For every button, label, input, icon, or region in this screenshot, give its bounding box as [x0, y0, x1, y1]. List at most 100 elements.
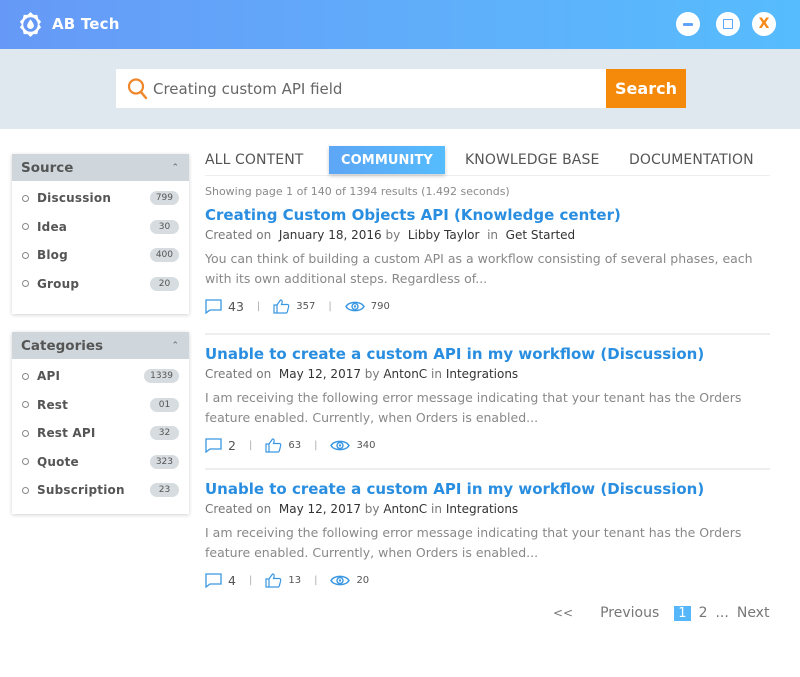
result-divider: [205, 468, 770, 470]
thumbs-up-icon: [273, 299, 290, 314]
count-badge: 32: [150, 426, 179, 441]
page-2-button[interactable]: 2: [699, 605, 708, 621]
by-label: by: [364, 502, 380, 516]
created-on-label: Created on: [205, 502, 272, 516]
radio-icon[interactable]: [22, 458, 29, 466]
category-item-api[interactable]: API 1339: [12, 362, 189, 391]
category-item-label: Rest: [37, 397, 69, 412]
radio-icon[interactable]: [22, 429, 29, 437]
source-panel-title: Source: [21, 159, 74, 176]
by-label: by: [385, 228, 401, 242]
result-category[interactable]: Integrations: [446, 502, 518, 516]
result-date: January 18, 2016: [278, 228, 382, 242]
views-count: 790: [370, 301, 390, 312]
stat-separator: |: [328, 301, 332, 312]
results-summary: Showing page 1 of 140 of 1394 results (1…: [205, 185, 510, 198]
radio-icon[interactable]: [22, 372, 29, 380]
maximize-button[interactable]: [716, 12, 740, 36]
count-badge: 01: [150, 397, 179, 412]
tab-all-content[interactable]: ALL CONTENT: [205, 145, 303, 175]
previous-page-button[interactable]: Previous: [600, 605, 659, 621]
in-label: in: [487, 228, 499, 242]
chevron-up-icon[interactable]: ⌃: [171, 163, 179, 173]
radio-icon[interactable]: [22, 194, 29, 202]
category-item-label: Quote: [37, 454, 79, 469]
comments-stat[interactable]: 4: [205, 573, 236, 588]
search-box: [116, 69, 606, 108]
source-item-label: Discussion: [37, 191, 112, 206]
created-on-label: Created on: [205, 367, 272, 381]
tab-community[interactable]: COMMUNITY: [329, 146, 445, 174]
views-count: 340: [356, 440, 376, 451]
likes-count: 357: [296, 301, 316, 312]
radio-icon[interactable]: [22, 486, 29, 494]
source-item-label: Group: [37, 276, 80, 291]
result-title-link[interactable]: Creating Custom Objects API (Knowledge c…: [205, 206, 775, 224]
source-item-blog[interactable]: Blog 400: [12, 241, 189, 270]
result-date: May 12, 2017: [278, 502, 361, 516]
result-category[interactable]: Integrations: [446, 367, 518, 381]
minimize-button[interactable]: [676, 12, 700, 36]
stat-separator: |: [314, 440, 318, 451]
page-ellipsis: ...: [715, 605, 729, 621]
result-snippet: You can think of building a custom API a…: [205, 251, 753, 286]
count-badge: 323: [149, 454, 179, 469]
comments-stat[interactable]: 43: [205, 299, 244, 314]
source-item-group[interactable]: Group 20: [12, 270, 189, 299]
close-button[interactable]: X: [752, 12, 776, 36]
categories-panel-title: Categories: [21, 337, 104, 354]
likes-stat[interactable]: 357: [273, 299, 315, 314]
result-stats: 43 | 357 | 790: [205, 299, 775, 314]
likes-stat[interactable]: 63: [265, 438, 301, 453]
eye-icon: [330, 575, 351, 586]
tab-knowledge-base[interactable]: KNOWLEDGE BASE: [465, 145, 599, 175]
category-item-quote[interactable]: Quote 323: [12, 448, 189, 477]
categories-panel-header[interactable]: Categories ⌃: [12, 332, 189, 359]
pagination: << Previous 1 2 ... Next: [553, 605, 769, 621]
result-stats: 2 | 63 | 340: [205, 438, 775, 453]
radio-icon[interactable]: [22, 280, 29, 288]
result-author[interactable]: AntonC: [383, 502, 427, 516]
result-author[interactable]: AntonC: [383, 367, 427, 381]
by-label: by: [364, 367, 380, 381]
source-panel-header[interactable]: Source ⌃: [12, 154, 189, 181]
comment-icon: [205, 299, 222, 314]
result-category[interactable]: Get Started: [506, 228, 576, 242]
source-item-discussion[interactable]: Discussion 799: [12, 184, 189, 213]
eye-icon: [330, 440, 351, 451]
likes-stat[interactable]: 13: [265, 573, 301, 588]
result-title-link[interactable]: Unable to create a custom API in my work…: [205, 345, 775, 363]
chevron-up-icon[interactable]: ⌃: [171, 341, 179, 351]
eye-icon: [344, 301, 365, 312]
page-1-button[interactable]: 1: [674, 605, 691, 621]
radio-icon[interactable]: [22, 251, 29, 259]
result-title-link[interactable]: Unable to create a custom API in my work…: [205, 480, 775, 498]
search-input[interactable]: [153, 69, 598, 108]
category-item-label: Subscription: [37, 483, 125, 498]
comment-icon: [205, 573, 222, 588]
result-stats: 4 | 13 | 20: [205, 573, 775, 588]
gear-drop-logo-icon: [19, 11, 42, 38]
result-snippet: I am receiving the following error messa…: [205, 525, 742, 560]
comment-icon: [205, 438, 222, 453]
content-tabs: ALL CONTENT COMMUNITY KNOWLEDGE BASE DOC…: [205, 145, 770, 176]
result-meta: Created on May 12, 2017 by AntonC in Int…: [205, 367, 775, 381]
source-item-idea[interactable]: Idea 30: [12, 213, 189, 242]
first-page-button[interactable]: <<: [553, 606, 573, 620]
source-filter-panel: Source ⌃ Discussion 799 Idea 30 Blog 400…: [12, 154, 189, 314]
result-item: Unable to create a custom API in my work…: [205, 480, 775, 588]
comments-count: 4: [228, 573, 236, 588]
radio-icon[interactable]: [22, 223, 29, 231]
stat-separator: |: [256, 301, 261, 312]
search-button[interactable]: Search: [606, 69, 686, 108]
categories-filter-panel: Categories ⌃ API 1339 Rest 01 Rest API 3…: [12, 332, 189, 514]
result-author[interactable]: Libby Taylor: [408, 228, 480, 242]
category-item-rest[interactable]: Rest 01: [12, 391, 189, 420]
result-item: Unable to create a custom API in my work…: [205, 345, 775, 453]
next-page-button[interactable]: Next: [737, 605, 770, 621]
radio-icon[interactable]: [22, 401, 29, 409]
comments-stat[interactable]: 2: [205, 438, 236, 453]
category-item-rest-api[interactable]: Rest API 32: [12, 419, 189, 448]
category-item-subscription[interactable]: Subscription 23: [12, 476, 189, 505]
tab-documentation[interactable]: DOCUMENTATION: [629, 145, 754, 175]
